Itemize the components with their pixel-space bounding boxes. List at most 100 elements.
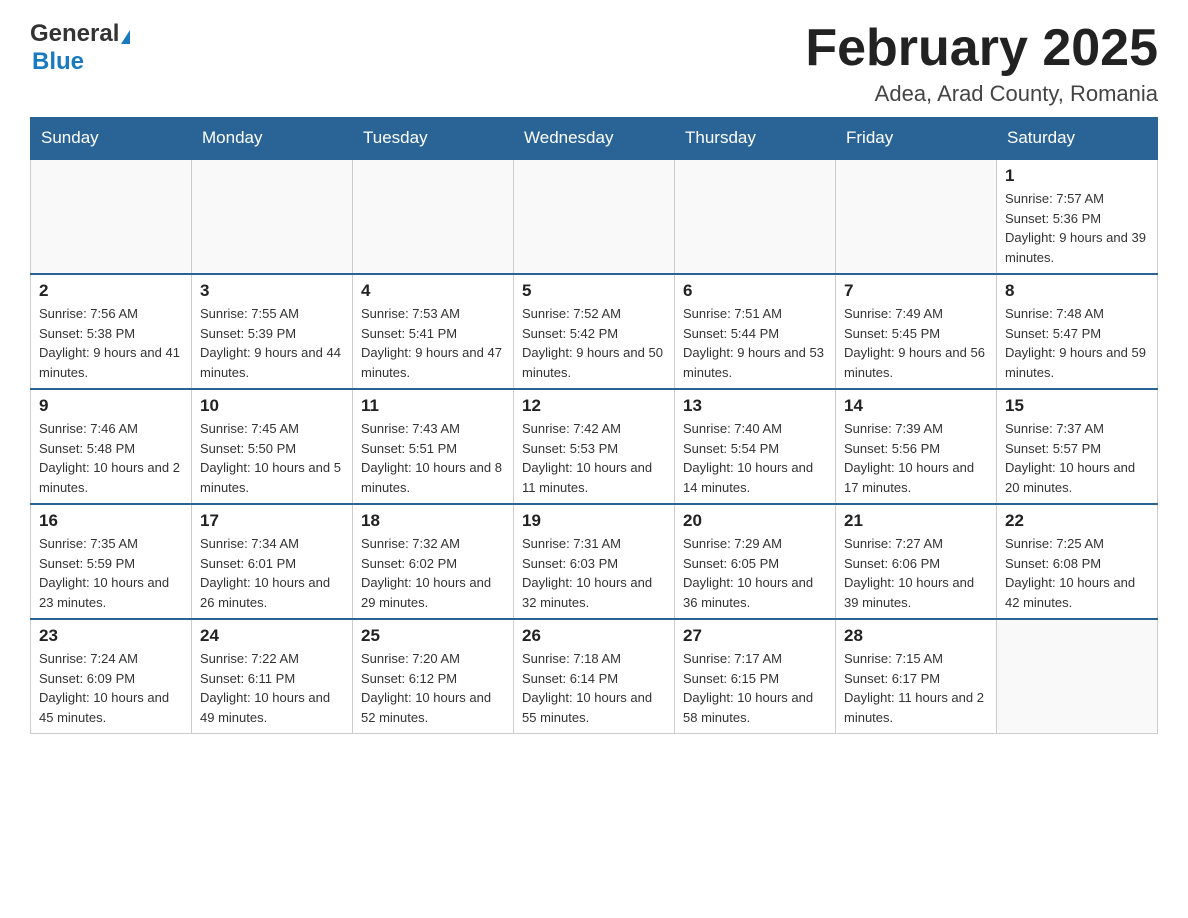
title-area: February 2025 Adea, Arad County, Romania xyxy=(805,20,1158,107)
logo-general-text: General xyxy=(30,20,130,48)
table-row: 28 Sunrise: 7:15 AM Sunset: 6:17 PM Dayli… xyxy=(836,619,997,734)
calendar-week-row: 1 Sunrise: 7:57 AM Sunset: 5:36 PM Daylig… xyxy=(31,159,1158,274)
day-info: Sunrise: 7:37 AM Sunset: 5:57 PM Dayligh… xyxy=(1005,419,1149,497)
day-number: 15 xyxy=(1005,396,1149,416)
day-info: Sunrise: 7:27 AM Sunset: 6:06 PM Dayligh… xyxy=(844,534,988,612)
day-info: Sunrise: 7:22 AM Sunset: 6:11 PM Dayligh… xyxy=(200,649,344,727)
day-info: Sunrise: 7:43 AM Sunset: 5:51 PM Dayligh… xyxy=(361,419,505,497)
table-row xyxy=(353,159,514,274)
table-row: 26 Sunrise: 7:18 AM Sunset: 6:14 PM Dayli… xyxy=(514,619,675,734)
table-row: 7 Sunrise: 7:49 AM Sunset: 5:45 PM Daylig… xyxy=(836,274,997,389)
table-row: 6 Sunrise: 7:51 AM Sunset: 5:44 PM Daylig… xyxy=(675,274,836,389)
table-row: 3Sunrise: 7:55 AM Sunset: 5:39 PM Daylig… xyxy=(192,274,353,389)
day-number: 18 xyxy=(361,511,505,531)
calendar-week-row: 16 Sunrise: 7:35 AM Sunset: 5:59 PM Dayli… xyxy=(31,504,1158,619)
table-row xyxy=(675,159,836,274)
day-info: Sunrise: 7:55 AM Sunset: 5:39 PM Dayligh… xyxy=(200,304,344,382)
table-row: 19Sunrise: 7:31 AM Sunset: 6:03 PM Dayli… xyxy=(514,504,675,619)
table-row xyxy=(514,159,675,274)
location-subtitle: Adea, Arad County, Romania xyxy=(805,81,1158,107)
day-number: 7 xyxy=(844,281,988,301)
calendar-week-row: 2 Sunrise: 7:56 AM Sunset: 5:38 PM Daylig… xyxy=(31,274,1158,389)
day-number: 21 xyxy=(844,511,988,531)
calendar-header-row: Sunday Monday Tuesday Wednesday Thursday… xyxy=(31,118,1158,160)
day-number: 5 xyxy=(522,281,666,301)
day-number: 6 xyxy=(683,281,827,301)
table-row: 1 Sunrise: 7:57 AM Sunset: 5:36 PM Daylig… xyxy=(997,159,1158,274)
table-row: 27 Sunrise: 7:17 AM Sunset: 6:15 PM Dayli… xyxy=(675,619,836,734)
table-row: 25 Sunrise: 7:20 AM Sunset: 6:12 PM Dayli… xyxy=(353,619,514,734)
day-info: Sunrise: 7:51 AM Sunset: 5:44 PM Dayligh… xyxy=(683,304,827,382)
day-info: Sunrise: 7:17 AM Sunset: 6:15 PM Dayligh… xyxy=(683,649,827,727)
page-header: General Blue February 2025 Adea, Arad Co… xyxy=(30,20,1158,107)
col-wednesday: Wednesday xyxy=(514,118,675,160)
col-friday: Friday xyxy=(836,118,997,160)
day-info: Sunrise: 7:48 AM Sunset: 5:47 PM Dayligh… xyxy=(1005,304,1149,382)
logo: General Blue xyxy=(30,20,130,76)
day-info: Sunrise: 7:42 AM Sunset: 5:53 PM Dayligh… xyxy=(522,419,666,497)
col-monday: Monday xyxy=(192,118,353,160)
calendar-table: Sunday Monday Tuesday Wednesday Thursday… xyxy=(30,117,1158,734)
calendar-week-row: 9Sunrise: 7:46 AM Sunset: 5:48 PM Daylig… xyxy=(31,389,1158,504)
day-number: 24 xyxy=(200,626,344,646)
logo-blue-text: Blue xyxy=(30,48,130,76)
day-info: Sunrise: 7:31 AM Sunset: 6:03 PM Dayligh… xyxy=(522,534,666,612)
day-number: 13 xyxy=(683,396,827,416)
table-row xyxy=(31,159,192,274)
table-row: 13 Sunrise: 7:40 AM Sunset: 5:54 PM Dayli… xyxy=(675,389,836,504)
day-number: 8 xyxy=(1005,281,1149,301)
day-info: Sunrise: 7:56 AM Sunset: 5:38 PM Dayligh… xyxy=(39,304,183,382)
day-info: Sunrise: 7:45 AM Sunset: 5:50 PM Dayligh… xyxy=(200,419,344,497)
day-number: 20 xyxy=(683,511,827,531)
day-number: 27 xyxy=(683,626,827,646)
table-row: 2 Sunrise: 7:56 AM Sunset: 5:38 PM Daylig… xyxy=(31,274,192,389)
table-row: 5 Sunrise: 7:52 AM Sunset: 5:42 PM Daylig… xyxy=(514,274,675,389)
day-number: 12 xyxy=(522,396,666,416)
table-row: 8 Sunrise: 7:48 AM Sunset: 5:47 PM Daylig… xyxy=(997,274,1158,389)
day-info: Sunrise: 7:32 AM Sunset: 6:02 PM Dayligh… xyxy=(361,534,505,612)
col-sunday: Sunday xyxy=(31,118,192,160)
day-info: Sunrise: 7:52 AM Sunset: 5:42 PM Dayligh… xyxy=(522,304,666,382)
day-info: Sunrise: 7:39 AM Sunset: 5:56 PM Dayligh… xyxy=(844,419,988,497)
day-number: 22 xyxy=(1005,511,1149,531)
table-row: 14 Sunrise: 7:39 AM Sunset: 5:56 PM Dayli… xyxy=(836,389,997,504)
day-info: Sunrise: 7:46 AM Sunset: 5:48 PM Dayligh… xyxy=(39,419,183,497)
col-saturday: Saturday xyxy=(997,118,1158,160)
day-number: 26 xyxy=(522,626,666,646)
day-info: Sunrise: 7:35 AM Sunset: 5:59 PM Dayligh… xyxy=(39,534,183,612)
table-row xyxy=(997,619,1158,734)
day-info: Sunrise: 7:18 AM Sunset: 6:14 PM Dayligh… xyxy=(522,649,666,727)
day-number: 28 xyxy=(844,626,988,646)
table-row: 23 Sunrise: 7:24 AM Sunset: 6:09 PM Dayli… xyxy=(31,619,192,734)
table-row: 4 Sunrise: 7:53 AM Sunset: 5:41 PM Daylig… xyxy=(353,274,514,389)
table-row xyxy=(192,159,353,274)
day-number: 23 xyxy=(39,626,183,646)
day-info: Sunrise: 7:20 AM Sunset: 6:12 PM Dayligh… xyxy=(361,649,505,727)
table-row: 21 Sunrise: 7:27 AM Sunset: 6:06 PM Dayli… xyxy=(836,504,997,619)
day-number: 4 xyxy=(361,281,505,301)
day-number: 2 xyxy=(39,281,183,301)
day-info: Sunrise: 7:57 AM Sunset: 5:36 PM Dayligh… xyxy=(1005,189,1149,267)
table-row: 22 Sunrise: 7:25 AM Sunset: 6:08 PM Dayli… xyxy=(997,504,1158,619)
day-info: Sunrise: 7:53 AM Sunset: 5:41 PM Dayligh… xyxy=(361,304,505,382)
col-thursday: Thursday xyxy=(675,118,836,160)
day-number: 1 xyxy=(1005,166,1149,186)
table-row: 17Sunrise: 7:34 AM Sunset: 6:01 PM Dayli… xyxy=(192,504,353,619)
day-info: Sunrise: 7:49 AM Sunset: 5:45 PM Dayligh… xyxy=(844,304,988,382)
col-tuesday: Tuesday xyxy=(353,118,514,160)
table-row: 12 Sunrise: 7:42 AM Sunset: 5:53 PM Dayli… xyxy=(514,389,675,504)
day-number: 17 xyxy=(200,511,344,531)
day-number: 10 xyxy=(200,396,344,416)
table-row: 18 Sunrise: 7:32 AM Sunset: 6:02 PM Dayli… xyxy=(353,504,514,619)
day-number: 16 xyxy=(39,511,183,531)
day-number: 25 xyxy=(361,626,505,646)
day-info: Sunrise: 7:15 AM Sunset: 6:17 PM Dayligh… xyxy=(844,649,988,727)
day-info: Sunrise: 7:24 AM Sunset: 6:09 PM Dayligh… xyxy=(39,649,183,727)
calendar-week-row: 23 Sunrise: 7:24 AM Sunset: 6:09 PM Dayli… xyxy=(31,619,1158,734)
day-info: Sunrise: 7:40 AM Sunset: 5:54 PM Dayligh… xyxy=(683,419,827,497)
table-row: 24 Sunrise: 7:22 AM Sunset: 6:11 PM Dayli… xyxy=(192,619,353,734)
day-info: Sunrise: 7:25 AM Sunset: 6:08 PM Dayligh… xyxy=(1005,534,1149,612)
day-number: 14 xyxy=(844,396,988,416)
day-number: 11 xyxy=(361,396,505,416)
table-row: 11 Sunrise: 7:43 AM Sunset: 5:51 PM Dayli… xyxy=(353,389,514,504)
